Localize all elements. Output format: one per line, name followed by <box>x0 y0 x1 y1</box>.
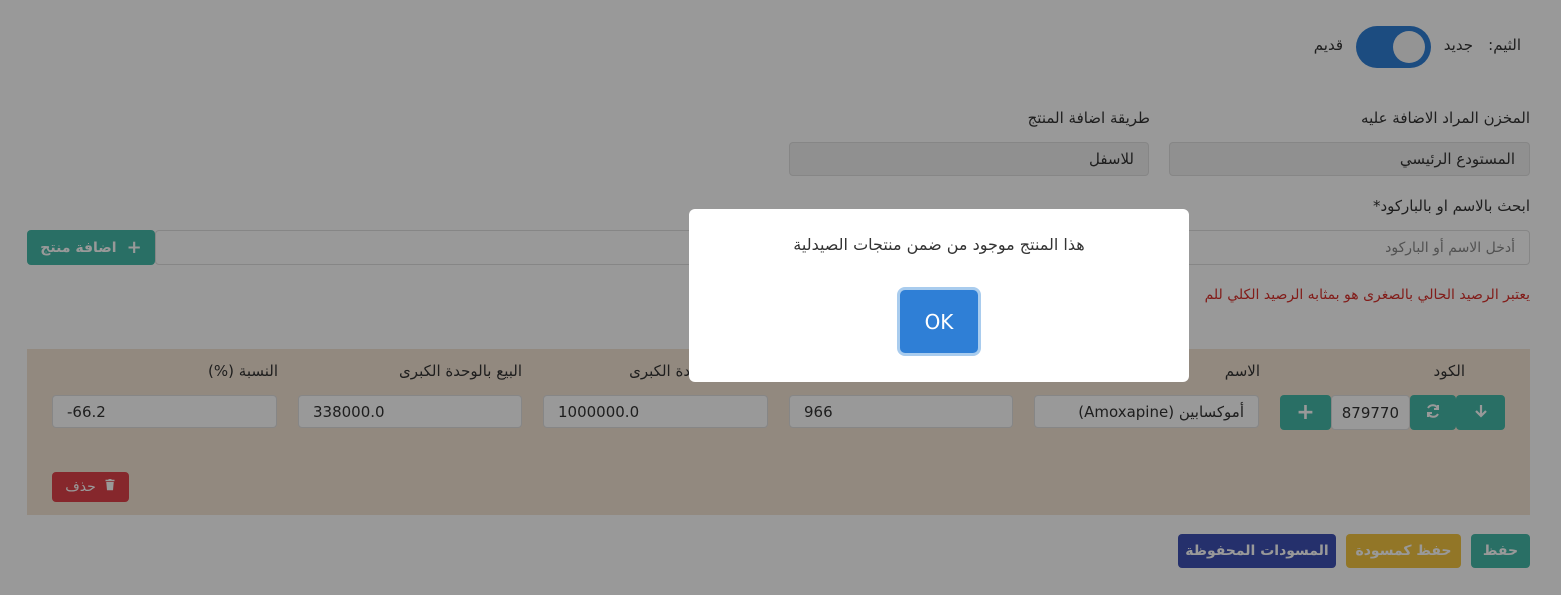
alert-dialog: هذا المنتج موجود من ضمن منتجات الصيدلية … <box>689 209 1189 382</box>
dialog-message: هذا المنتج موجود من ضمن منتجات الصيدلية <box>793 235 1085 254</box>
ok-button[interactable]: OK <box>900 290 978 353</box>
